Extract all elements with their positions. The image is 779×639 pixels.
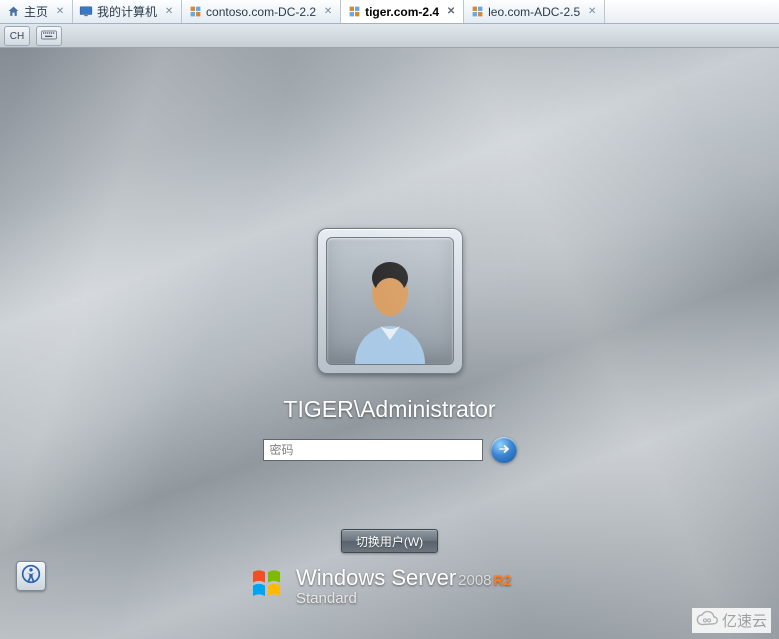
- username-label: TIGER\Administrator: [283, 396, 495, 423]
- arrow-right-icon: [497, 442, 511, 459]
- brand-r2: R2: [494, 572, 512, 588]
- tab-label: 主页: [24, 3, 48, 20]
- tab-label: tiger.com-2.4: [365, 5, 439, 19]
- login-screen: TIGER\Administrator 切换用户(W): [0, 48, 779, 639]
- brand-year: 2008: [458, 572, 491, 589]
- input-lang-button[interactable]: CH: [4, 26, 30, 46]
- submit-button[interactable]: [491, 437, 517, 463]
- user-avatar-frame: [317, 228, 463, 374]
- close-icon[interactable]: ✕: [586, 6, 598, 18]
- password-input[interactable]: [263, 439, 483, 461]
- brand-product: Windows Server: [296, 565, 456, 590]
- close-icon[interactable]: ✕: [163, 6, 175, 18]
- close-icon[interactable]: ✕: [322, 6, 334, 18]
- tab-label: leo.com-ADC-2.5: [488, 5, 580, 19]
- vm-icon: [188, 5, 202, 19]
- rdp-toolbar: CH: [0, 24, 779, 48]
- windows-branding: Windows Server2008R2 Standard: [250, 566, 511, 607]
- ease-of-access-button[interactable]: [16, 561, 46, 591]
- user-avatar-icon: [326, 237, 454, 365]
- windows-logo-icon: [250, 566, 286, 607]
- switch-user-button[interactable]: 切换用户(W): [341, 529, 438, 553]
- tab-contoso[interactable]: contoso.com-DC-2.2 ✕: [182, 0, 341, 23]
- vm-icon: [470, 5, 484, 19]
- watermark: 亿速云: [692, 608, 771, 633]
- brand-edition: Standard: [296, 591, 511, 606]
- ease-of-access-icon: [21, 564, 41, 589]
- computer-icon: [79, 5, 93, 19]
- tab-label: 我的计算机: [97, 3, 157, 20]
- close-icon[interactable]: ✕: [445, 6, 457, 18]
- home-icon: [6, 5, 20, 19]
- tab-tiger[interactable]: tiger.com-2.4 ✕: [341, 0, 464, 23]
- tab-bar: 主页 ✕ 我的计算机 ✕ contoso.com-DC-2.2 ✕ tiger.…: [0, 0, 779, 24]
- vm-icon: [347, 5, 361, 19]
- on-screen-keyboard-button[interactable]: [36, 26, 62, 46]
- keyboard-icon: [41, 30, 57, 43]
- tab-home[interactable]: 主页 ✕: [0, 0, 73, 23]
- tab-label: contoso.com-DC-2.2: [206, 5, 316, 19]
- tab-my-computer[interactable]: 我的计算机 ✕: [73, 0, 182, 23]
- close-icon[interactable]: ✕: [54, 6, 66, 18]
- cloud-icon: [696, 611, 718, 631]
- watermark-text: 亿速云: [722, 610, 767, 631]
- tab-leo[interactable]: leo.com-ADC-2.5 ✕: [464, 0, 605, 23]
